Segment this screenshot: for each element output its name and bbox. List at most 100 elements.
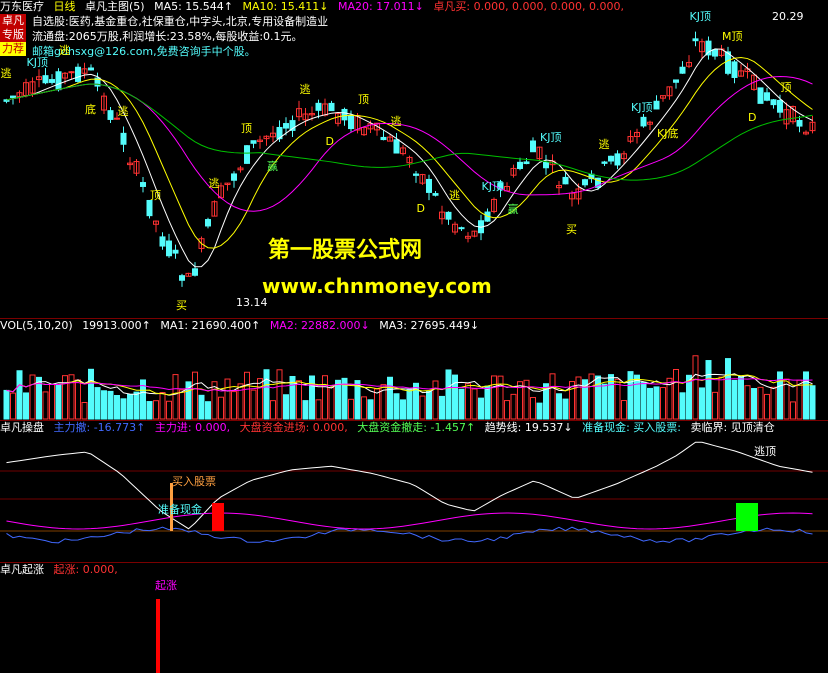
volume-bar [192,371,198,420]
volume-bar [777,371,783,420]
volume-bar [88,368,94,420]
candle [601,161,608,164]
volume-bar [653,386,660,420]
candle [244,145,250,164]
volume-bar [796,379,803,420]
candle [458,227,465,230]
signal-marker: M顶 [722,29,743,43]
volume-bar [263,369,270,420]
signal-marker: KJ顶 [631,101,653,114]
signal-marker: 顶 [150,189,161,203]
candle [653,100,660,110]
volume-ma2: MA2: 22882.000↓ [269,319,370,332]
rise-chart[interactable] [0,563,828,673]
volume-bar [809,385,816,420]
candle [796,120,803,127]
candle [88,67,94,71]
volume-bar [172,374,179,420]
buy-stock-tag: 买入股票 [172,475,216,488]
rise-pane[interactable]: 卓凡起涨 起涨: 0.000, 起涨 [0,563,828,673]
candle [55,71,62,91]
rise-label[interactable]: 卓凡起涨 [0,563,44,576]
candle [445,211,452,220]
volume-label[interactable]: VOL(5,10,20) [0,319,73,332]
volume-bar [699,387,705,420]
volume-bar [718,376,725,420]
volume-bar [55,383,62,420]
signal-marker: 逃 [390,115,402,128]
operate-pane[interactable]: 卓凡操盘 主力撤: -16.773↑ 主力进: 0.000, 大盘资金进场: 0… [0,421,828,562]
volume-bar [361,396,367,420]
operate-label[interactable]: 卓凡操盘 [0,421,44,434]
volume-bar [660,387,666,420]
volume-bar [790,401,796,420]
signal-marker: D [325,135,334,148]
volume-bar [205,401,211,420]
candle [413,173,419,176]
signal-marker: KJ顶 [540,131,562,144]
watermark-title: 第一股票公式网 [268,238,423,263]
operate-chart[interactable] [0,421,828,562]
volume-bar [302,400,309,420]
volume-bar [127,393,133,420]
volume-bar [575,376,582,420]
volume-bar [179,389,185,420]
signal-marker: 逃 [208,176,220,190]
volume-bar [120,398,127,420]
volume-bar [244,371,250,420]
volume-bar [705,360,712,420]
rise-signal-bar [156,599,160,673]
volume-bar [224,378,231,420]
candle [530,140,536,153]
trend-line-value: 趋势线: 19.537↓ [484,421,573,434]
volume-bar [504,400,510,420]
ma-line [6,75,813,212]
volume-bar [49,383,55,420]
candle [250,140,257,144]
main-chart-pane[interactable]: 万东医疗 日线 卓凡主图(5) MA5: 15.544↑ MA10: 15.41… [0,0,828,318]
sell-signal-bar [736,503,758,531]
volume-ma3: MA3: 27695.449↓ [379,319,480,332]
candle [764,92,770,101]
volume-bar [601,383,608,420]
stock-name[interactable]: 万东医疗 [0,0,44,13]
signal-marker: 逃 [117,105,129,119]
volume-bar [296,380,302,420]
candle [673,79,679,83]
candle [68,71,75,74]
volume-bar [426,391,432,420]
signal-marker: 买 [566,223,577,236]
volume-bar [270,400,276,420]
candle [315,102,322,111]
brand-badge-3: 力荐 [0,42,26,56]
signal-marker: 逃 [0,67,12,80]
market-line [6,512,813,530]
volume-bar [679,392,686,420]
volume-pane[interactable]: VOL(5,10,20) 19913.000↑ MA1: 21690.400↑ … [0,319,828,420]
candle [712,49,718,57]
candle [582,179,588,186]
volume-bar [491,375,497,420]
volume-bar [231,391,237,420]
volume-bar [328,387,335,420]
candle [341,108,348,121]
volume-bar [627,371,634,420]
volume-chart[interactable] [0,319,828,420]
period-label[interactable]: 日线 [54,0,76,13]
prepare-cash: 准备现金: 买入股票: [582,421,682,434]
volume-bar [309,375,315,420]
ma-line [6,56,813,249]
candle [283,123,289,129]
volume-bar [484,385,491,420]
candle [75,66,81,82]
candle [608,155,614,162]
volume-bar [471,388,478,420]
brand-badge-1: 卓凡 [0,14,26,28]
candle [523,161,530,165]
volume-bar [198,394,205,420]
info-line-1: 自选股:医药,基金重仓,社保重仓,中字头,北京,专用设备制造业 [32,15,329,28]
volume-bar [107,390,114,420]
candle [192,268,198,276]
volume-bar [10,392,16,420]
indicator-name[interactable]: 卓凡主图(5) [85,0,145,13]
